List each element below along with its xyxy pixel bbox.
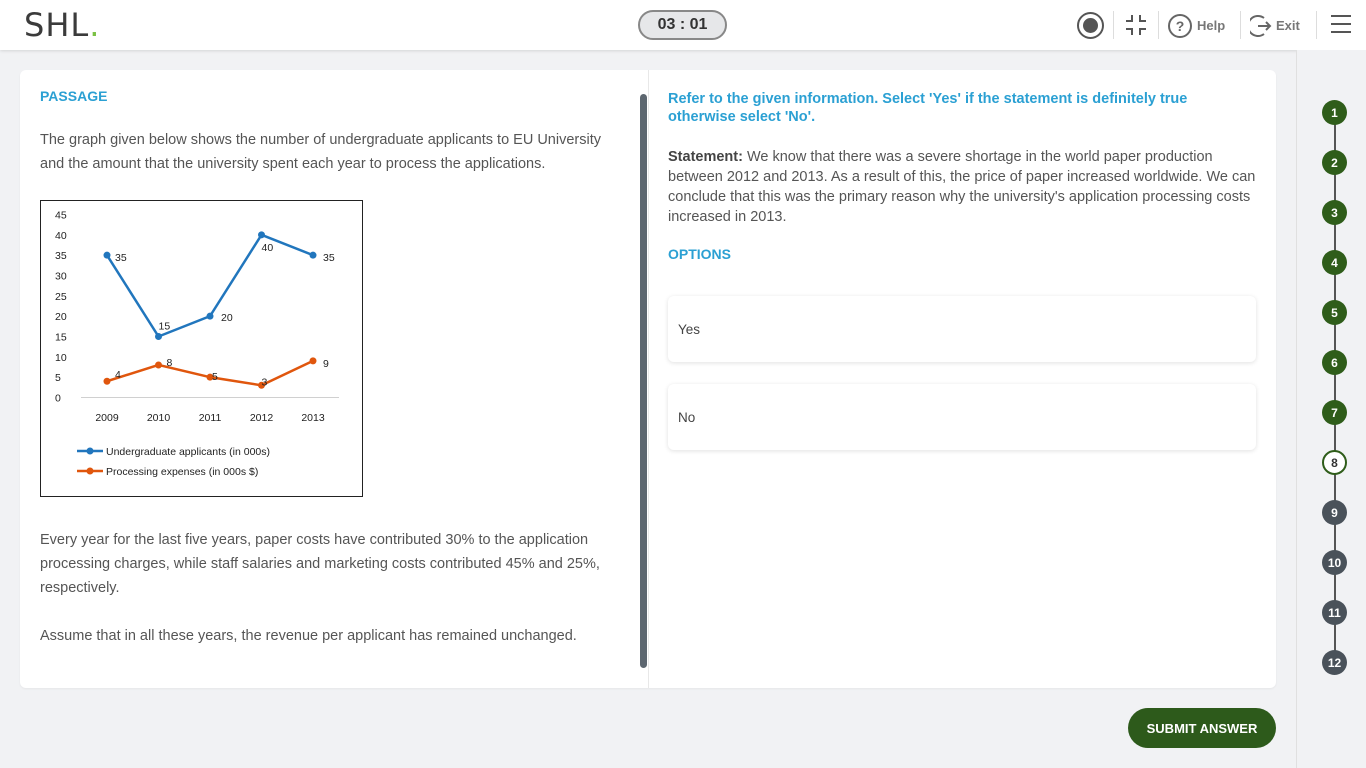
y-tick-label: 35: [55, 250, 67, 262]
question-number-12[interactable]: 12: [1322, 650, 1347, 675]
question-number-11[interactable]: 11: [1322, 600, 1347, 625]
series-line: [106, 359, 314, 387]
chart-svg: 0510152025303540452009 2010 2011 2012 201335…: [55, 210, 339, 478]
data-point: [206, 312, 214, 320]
passage-pane: PASSAGE The graph given below shows the …: [20, 70, 648, 688]
x-tick-label: 2012: [250, 412, 274, 424]
y-tick-label: 0: [55, 393, 61, 405]
header-divider: [1158, 11, 1159, 39]
data-label: 35: [323, 252, 335, 264]
passage-intro: The graph given below shows the number o…: [40, 132, 601, 172]
data-point: [309, 251, 317, 259]
exit-icon: [1250, 14, 1272, 37]
data-label: 20: [221, 312, 233, 324]
legend-label: Processing expenses (in 000s $): [106, 466, 258, 478]
data-point: [309, 357, 317, 365]
y-tick-label: 25: [55, 291, 67, 303]
question-number-1[interactable]: 1: [1322, 100, 1347, 125]
navigator-track: [1334, 112, 1336, 662]
y-tick-label: 5: [55, 372, 61, 384]
question-number-5[interactable]: 5: [1322, 300, 1347, 325]
question-number-10[interactable]: 10: [1322, 550, 1347, 575]
y-tick-label: 20: [55, 311, 67, 323]
question-number-8[interactable]: 8: [1322, 450, 1347, 475]
submit-answer-button[interactable]: SUBMIT ANSWER: [1128, 708, 1276, 748]
data-point: [258, 231, 265, 239]
record-icon[interactable]: [1077, 12, 1104, 39]
countdown-timer: 03 : 01: [638, 10, 727, 40]
question-card: PASSAGE The graph given below shows the …: [20, 70, 1276, 688]
option-no[interactable]: No: [668, 384, 1256, 450]
x-tick-label: 2011: [199, 412, 222, 424]
shl-logo: SHL.: [24, 6, 101, 44]
legend-label: Undergraduate applicants (in 000s): [106, 446, 270, 458]
y-tick-label: 15: [55, 332, 67, 344]
data-label: 8: [167, 357, 173, 369]
data-point: [155, 333, 162, 340]
question-mark-icon: ?: [1168, 13, 1192, 38]
question-number-9[interactable]: 9: [1322, 500, 1347, 525]
x-tick-label: 2009: [95, 412, 119, 424]
x-tick-label: 2013: [301, 412, 325, 424]
pane-divider: [648, 70, 649, 688]
y-tick-label: 40: [55, 230, 67, 242]
x-tick-label: 2010: [147, 412, 171, 424]
data-label: 40: [262, 242, 274, 254]
passage-title: PASSAGE: [40, 88, 108, 104]
question-navigator: 1 2 3 4 5 6 7 8 9 10 11 12: [1296, 50, 1366, 768]
statement-label: Statement:: [668, 149, 743, 165]
question-number-3[interactable]: 3: [1322, 200, 1347, 225]
y-tick-label: 10: [55, 352, 67, 364]
question-number-6[interactable]: 6: [1322, 350, 1347, 375]
passage-scrollbar[interactable]: [640, 94, 647, 668]
help-label: Help: [1197, 18, 1226, 33]
data-point: [103, 251, 111, 259]
header-divider: [1113, 11, 1114, 39]
question-number-4[interactable]: 4: [1322, 250, 1347, 275]
passage-paragraph-3: Assume that in all these years, the reve…: [40, 628, 577, 644]
y-tick-label: 45: [55, 210, 67, 222]
exit-fullscreen-icon[interactable]: [1124, 13, 1148, 37]
question-statement: Statement: We know that there was a seve…: [668, 147, 1258, 227]
question-instruction: Refer to the given information. Select '…: [668, 91, 1188, 125]
legend-marker: [86, 467, 94, 475]
top-bar: SHL. 03 : 01 ? Help Exit: [0, 0, 1366, 50]
data-label: 9: [323, 358, 329, 370]
data-label: 15: [159, 321, 171, 333]
header-divider: [1316, 11, 1317, 39]
data-label: 4: [115, 369, 121, 381]
question-number-7[interactable]: 7: [1322, 400, 1347, 425]
statement-text: We know that there was a severe shortage…: [668, 149, 1256, 225]
data-label: 3: [262, 376, 268, 388]
help-button[interactable]: ? Help: [1168, 12, 1225, 39]
passage-paragraph-2: Every year for the last five years, pape…: [40, 532, 600, 596]
data-label: 5: [212, 371, 218, 383]
exit-label: Exit: [1276, 18, 1300, 33]
hamburger-menu-icon[interactable]: [1330, 15, 1352, 33]
legend-marker: [86, 447, 94, 455]
header-divider: [1240, 11, 1241, 39]
question-number-2[interactable]: 2: [1322, 150, 1347, 175]
data-point: [155, 361, 162, 369]
exit-button[interactable]: Exit: [1250, 12, 1300, 39]
line-chart: 0 5 10 15 20 25 30 35 40 45 2009 2010 2011 2012 2013 35…: [40, 200, 363, 497]
series-line: [105, 233, 314, 339]
data-label: 35: [115, 252, 127, 264]
option-yes[interactable]: Yes: [668, 296, 1256, 362]
data-point: [103, 377, 111, 385]
y-tick-label: 30: [55, 271, 67, 283]
options-title: OPTIONS: [668, 246, 732, 262]
